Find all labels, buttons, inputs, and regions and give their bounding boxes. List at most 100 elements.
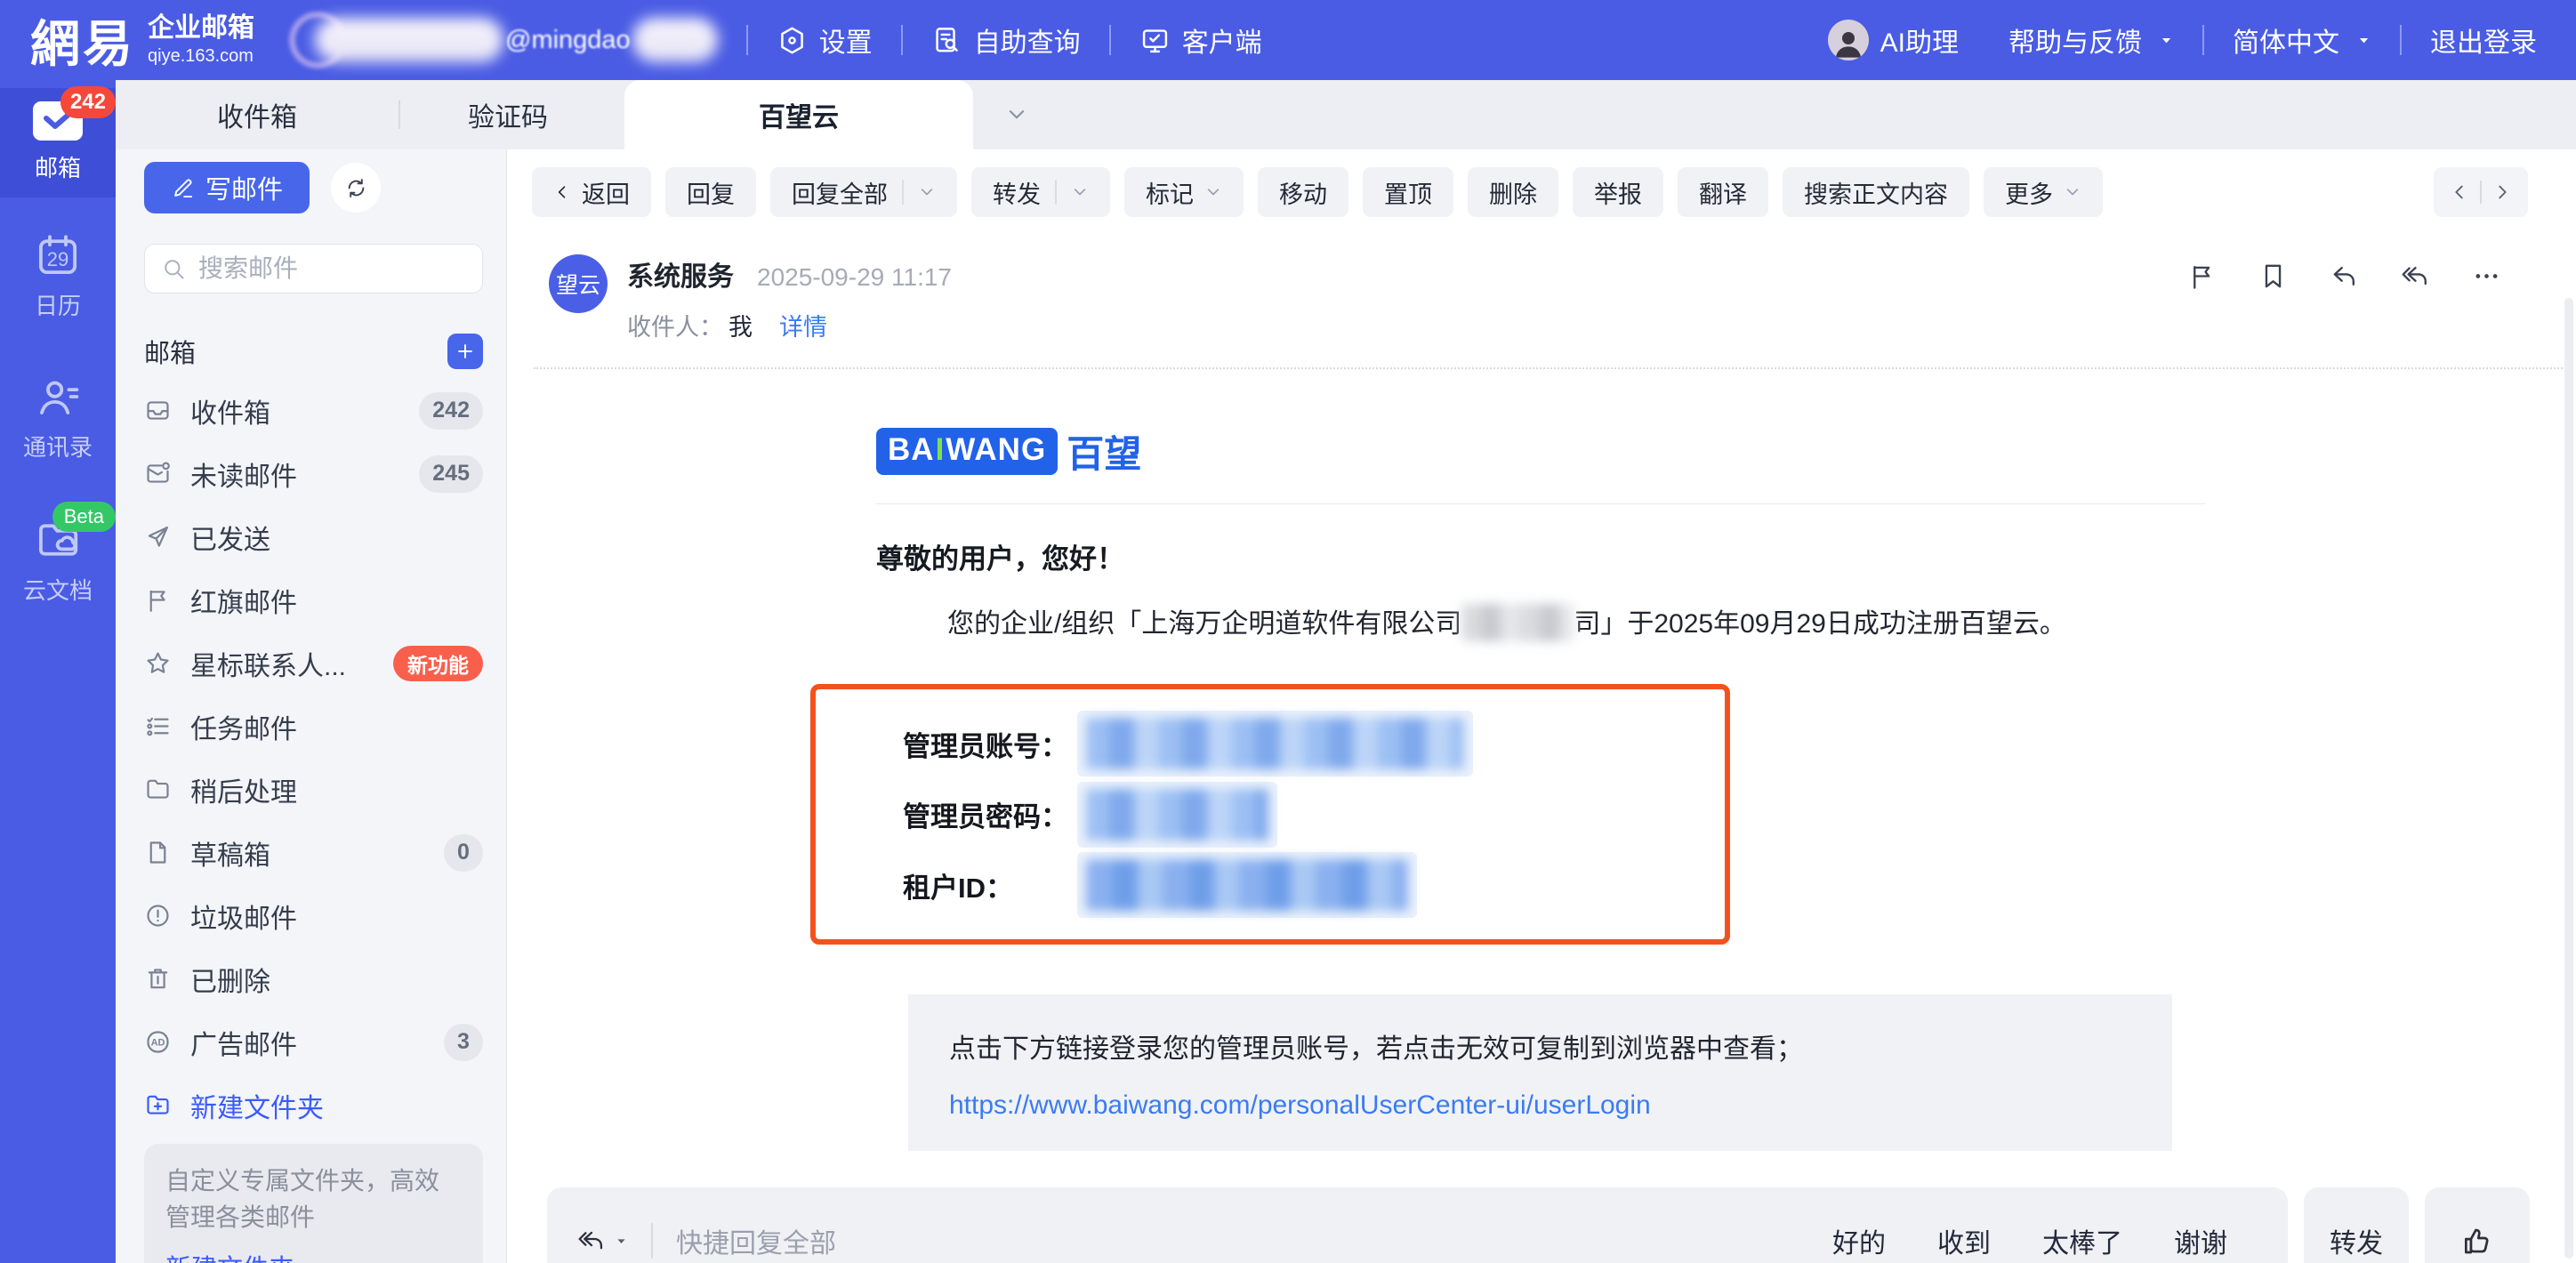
search-input[interactable] xyxy=(197,253,466,284)
prev-message-button[interactable] xyxy=(2439,171,2480,213)
chevron-right-icon xyxy=(2492,182,2512,202)
refresh-button[interactable] xyxy=(331,163,381,213)
tab-verification-code[interactable]: 验证码 xyxy=(400,80,616,149)
folder-deal-later[interactable]: 稍后处理 xyxy=(144,758,483,821)
tenant-id-redacted xyxy=(1077,852,1417,918)
topnav-client-label: 客户端 xyxy=(1182,20,1262,60)
caret-down-icon[interactable] xyxy=(615,1235,628,1248)
report-label: 举报 xyxy=(1594,175,1642,210)
add-folder-button[interactable] xyxy=(447,334,483,369)
flag-icon[interactable] xyxy=(2187,261,2217,291)
folder-task-mail[interactable]: 任务邮件 xyxy=(144,695,483,758)
folder-count-badge: 3 xyxy=(444,1024,483,1061)
back-button[interactable]: 返回 xyxy=(532,167,651,217)
rail-item-cloud-docs[interactable]: Beta 云文档 xyxy=(0,503,116,620)
rail-item-contacts[interactable]: 通讯录 xyxy=(0,360,116,477)
next-message-button[interactable] xyxy=(2482,171,2523,213)
help-feedback-menu[interactable]: 帮助与反馈 xyxy=(2008,20,2174,60)
ellipsis-icon[interactable] xyxy=(2472,261,2501,291)
star-icon xyxy=(144,649,172,677)
topnav-self-service[interactable]: 自助查询 xyxy=(931,20,1081,60)
folder-junk[interactable]: 垃圾邮件 xyxy=(144,884,483,947)
trash-icon xyxy=(144,965,172,993)
more-button[interactable]: 更多 xyxy=(1984,167,2103,217)
pin-button[interactable]: 置顶 xyxy=(1363,167,1453,217)
message-header: 望云 系统服务 2025-09-29 11:17 收件人： 我 详情 xyxy=(549,254,2501,342)
mail-tabstrip: 收件箱 验证码 百望云 xyxy=(116,80,2576,149)
reply-button[interactable]: 回复 xyxy=(665,167,756,217)
rail-item-calendar[interactable]: 29 日历 xyxy=(0,219,116,335)
forward-quick-button[interactable]: 转发 xyxy=(2304,1187,2409,1263)
mark-label: 标记 xyxy=(1146,175,1194,210)
promo-new-folder-link[interactable]: 新建文件夹 xyxy=(165,1248,462,1263)
folder-icon xyxy=(144,776,172,803)
more-label: 更多 xyxy=(2005,175,2053,210)
folder-flagged[interactable]: 红旗邮件 xyxy=(144,568,483,632)
move-button[interactable]: 移动 xyxy=(1258,167,1348,217)
chevron-down-icon xyxy=(1204,183,1222,201)
logout-button[interactable]: 退出登录 xyxy=(2430,20,2537,60)
folder-deleted[interactable]: 已删除 xyxy=(144,947,483,1010)
admin-account-redacted xyxy=(1077,711,1473,776)
rail-mail-label: 邮箱 xyxy=(35,150,81,183)
folder-sent[interactable]: 已发送 xyxy=(144,505,483,568)
rail-item-mail[interactable]: 242 邮箱 xyxy=(0,88,116,197)
tab-list-chevron-icon[interactable] xyxy=(1005,103,1028,126)
calendar-day: 29 xyxy=(34,248,82,271)
reply-all-icon[interactable] xyxy=(577,1227,606,1255)
like-button[interactable] xyxy=(2425,1187,2530,1263)
account-pill[interactable]: @mingdao xyxy=(290,12,718,68)
topnav-client[interactable]: 客户端 xyxy=(1139,20,1262,60)
tab-inbox[interactable]: 收件箱 xyxy=(116,80,398,149)
folder-inbox[interactable]: 收件箱 242 xyxy=(144,379,483,442)
details-link[interactable]: 详情 xyxy=(779,308,827,342)
quick-reply-chip[interactable]: 收到 xyxy=(1937,1221,1991,1260)
quick-reply-input[interactable]: 快捷回复全部 好的 收到 太棒了 谢谢 xyxy=(547,1187,2288,1263)
mail-search-box[interactable] xyxy=(144,244,483,294)
reply-all-button[interactable]: 回复全部 xyxy=(770,167,957,217)
tab-verification-label: 验证码 xyxy=(468,95,548,134)
help-feedback-label: 帮助与反馈 xyxy=(2008,20,2142,60)
compose-button[interactable]: 写邮件 xyxy=(144,162,310,213)
folder-starred-contacts[interactable]: 星标联系人... 新功能 xyxy=(144,632,483,695)
folder-ads[interactable]: 广告邮件 3 xyxy=(144,1010,483,1074)
quick-reply-chip[interactable]: 太棒了 xyxy=(2042,1221,2122,1260)
login-link[interactable]: https://www.baiwang.com/personalUserCent… xyxy=(949,1090,2131,1121)
mark-button[interactable]: 标记 xyxy=(1124,167,1244,217)
tab-baiwangyun-active[interactable]: 百望云 xyxy=(624,80,973,149)
folder-unread[interactable]: 未读邮件 245 xyxy=(144,442,483,505)
quick-reply-chip[interactable]: 谢谢 xyxy=(2174,1221,2227,1260)
quick-reply-chip[interactable]: 好的 xyxy=(1832,1221,1886,1260)
brand-product: 企业邮箱 xyxy=(148,15,254,42)
topnav-settings-label: 设置 xyxy=(819,20,873,60)
new-folder-action[interactable]: 新建文件夹 xyxy=(144,1074,483,1137)
report-button[interactable]: 举报 xyxy=(1573,167,1663,217)
folder-label: 任务邮件 xyxy=(190,707,483,746)
forward-button[interactable]: 转发 xyxy=(971,167,1110,217)
message-date: 2025-09-29 11:17 xyxy=(757,263,952,292)
ai-assistant-label: AI助理 xyxy=(1880,20,1959,60)
folder-drafts[interactable]: 草稿箱 0 xyxy=(144,821,483,884)
reply-icon[interactable] xyxy=(2330,261,2359,291)
quick-reply-chips: 好的 收到 太棒了 谢谢 xyxy=(1832,1221,2227,1260)
registration-paragraph: 您的企业/组织「上海万企明道软件有限公司司」于2025年09月29日成功注册百望… xyxy=(947,601,2576,641)
logo-ba: BA xyxy=(888,432,935,468)
ai-assistant-button[interactable]: AI助理 xyxy=(1828,20,1959,60)
search-body-button[interactable]: 搜索正文内容 xyxy=(1783,167,1969,217)
caret-down-icon xyxy=(2356,33,2371,48)
brand-wordmark: 網易 xyxy=(30,4,135,76)
topnav-settings[interactable]: 设置 xyxy=(777,20,873,60)
divider xyxy=(1109,25,1111,55)
reply-all-icon[interactable] xyxy=(2401,261,2430,291)
chevron-down-icon[interactable] xyxy=(918,183,936,201)
to-label: 收件人： xyxy=(627,308,723,342)
folder-count-badge: 242 xyxy=(419,392,483,430)
ad-icon xyxy=(144,1028,172,1056)
delete-button[interactable]: 删除 xyxy=(1468,167,1558,217)
translate-button[interactable]: 翻译 xyxy=(1678,167,1768,217)
chevron-down-icon[interactable] xyxy=(1071,183,1089,201)
scrollbar[interactable] xyxy=(2564,298,2573,1259)
bookmark-icon[interactable] xyxy=(2258,261,2288,291)
divider xyxy=(901,25,903,55)
language-menu[interactable]: 简体中文 xyxy=(2233,20,2371,60)
